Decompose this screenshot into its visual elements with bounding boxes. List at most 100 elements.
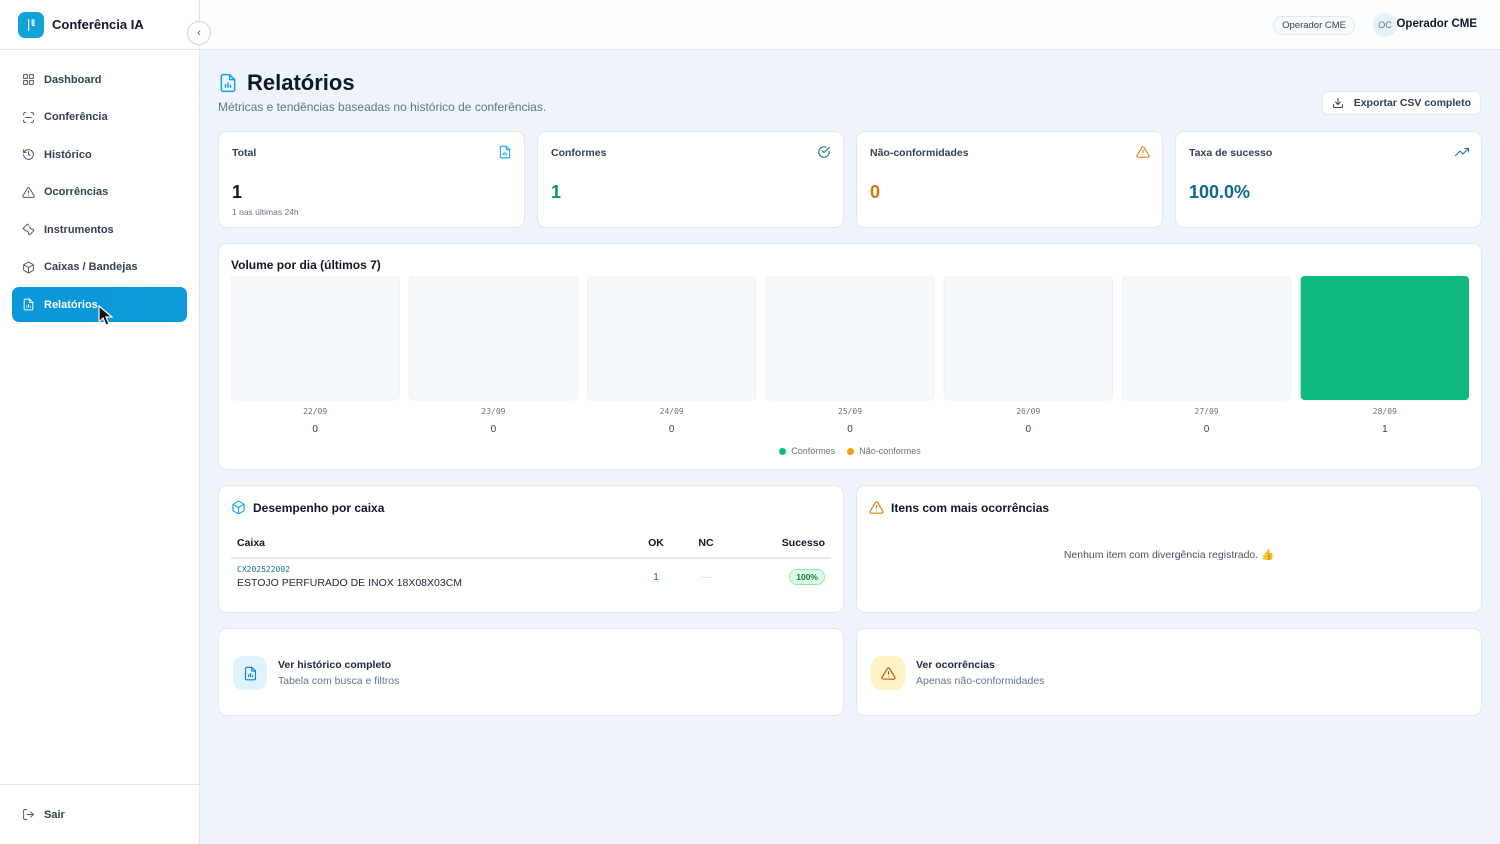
report-icon: [220, 73, 236, 93]
x-tick-label: 24/09: [660, 407, 684, 416]
link-card-historico[interactable]: Ver histórico completo Tabela com busca …: [218, 628, 844, 716]
stat-label: Conformes: [551, 147, 607, 159]
col-header-ok[interactable]: OK: [631, 534, 681, 559]
table-header-row: Caixa OK NC Sucesso: [231, 534, 831, 559]
check-circle-icon: [818, 146, 830, 158]
col-header-nc[interactable]: NC: [681, 534, 731, 559]
report-icon: [23, 298, 34, 311]
x-tick-label: 28/09: [1373, 407, 1397, 416]
stat-card-total: Total 1 1 nas últimas 24h: [218, 131, 525, 228]
stat-label: Taxa de sucesso: [1189, 147, 1273, 159]
occurrences-empty-message: Nenhum item com divergência registrado. …: [1063, 549, 1275, 561]
grid-icon: [23, 74, 34, 85]
export-csv-button[interactable]: Exportar CSV completo: [1321, 91, 1481, 115]
legend-label: Não-conformes: [859, 446, 921, 456]
bar-track: [231, 276, 400, 401]
nc-value: —: [701, 572, 711, 583]
link-card-ocorrencias[interactable]: Ver ocorrências Apenas não-conformidades: [856, 628, 1482, 716]
stat-card-conformes: Conformes 1: [537, 131, 844, 228]
link-subtitle: Apenas não-conformidades: [916, 675, 1045, 687]
performance-title: Desempenho por caixa: [231, 500, 384, 515]
performance-title-text: Desempenho por caixa: [253, 500, 385, 515]
warning-icon: [871, 656, 905, 690]
x-tick-label: 27/09: [1195, 407, 1219, 416]
sidebar-item-label: Conferência: [44, 111, 108, 123]
bar-total-label: 1: [1382, 424, 1388, 435]
cell-caixa: CX202522002 ESTOJO PERFURADO DE INOX 18X…: [231, 558, 631, 593]
bar-track: [408, 276, 579, 401]
performance-card: Desempenho por caixa Caixa OK NC Sucesso…: [218, 485, 844, 613]
stat-value: 0: [870, 182, 881, 202]
stat-value: 1: [551, 182, 562, 202]
sidebar-item-label: Dashboard: [44, 73, 102, 86]
bar-track: [943, 276, 1113, 401]
stat-card-taxa-sucesso: Taxa de sucesso 100.0%: [1175, 131, 1482, 228]
stat-card-nao-conformidades: Não-conformidades 0: [856, 131, 1163, 228]
sidebar-item-label: Ocorrências: [44, 186, 109, 198]
bar-total-label: 0: [312, 424, 318, 435]
sidebar-item-historico[interactable]: Histórico: [12, 137, 187, 172]
occurrences-card: Itens com mais ocorrências Nenhum item c…: [856, 485, 1482, 613]
bar-conformes[interactable]: [1300, 276, 1469, 400]
link-subtitle: Tabela com busca e filtros: [278, 675, 400, 687]
stat-note: 1 nas últimas 24h: [232, 207, 299, 217]
col-header-sucesso[interactable]: Sucesso: [731, 534, 831, 559]
user-name[interactable]: Operador CME: [1396, 18, 1477, 30]
legend-dot: [847, 447, 855, 455]
box-icon: [232, 500, 245, 515]
logout-button[interactable]: Sair: [0, 784, 199, 844]
sidebar-nav: Dashboard Conferência Histórico Ocorrênc…: [0, 50, 199, 322]
warning-icon: [869, 501, 884, 514]
wrench-icon: [22, 223, 35, 236]
chart-legend: Conformes Não-conformes: [219, 446, 1481, 456]
stat-label: Não-conformidades: [870, 147, 969, 159]
page-subtitle: Métricas e tendências baseadas no histór…: [218, 100, 547, 114]
col-header-caixa[interactable]: Caixa: [231, 534, 631, 559]
sidebar-item-instrumentos[interactable]: Instrumentos: [12, 212, 187, 247]
page-title: Relatórios: [247, 70, 355, 95]
trend-up-icon: [1455, 147, 1469, 157]
stat-label: Total: [232, 147, 257, 159]
sidebar-item-dashboard[interactable]: Dashboard: [12, 62, 187, 97]
sidebar-item-conferencia[interactable]: Conferência: [12, 100, 187, 135]
legend-item: Não-conformes: [847, 446, 921, 456]
warning-icon: [1136, 146, 1150, 158]
cell-ok: 1: [631, 558, 681, 593]
brand[interactable]: Conferência IA: [0, 0, 199, 50]
box-code: CX202522002: [237, 565, 290, 574]
success-badge: 100%: [789, 569, 825, 585]
bar-total-label: 0: [1026, 424, 1032, 435]
occurrences-title: Itens com mais ocorrências: [869, 500, 1049, 515]
box-icon: [23, 261, 34, 273]
sidebar: Conferência IA Dashboard Conferência His…: [0, 0, 200, 844]
mouse-cursor-icon: [98, 305, 114, 326]
box-name: ESTOJO PERFURADO DE INOX 18X08X03CM: [237, 577, 463, 589]
x-tick-label: 22/09: [303, 407, 327, 416]
chart-card: Volume por dia (últimos 7) 22/09 0 23/09 0 2…: [218, 243, 1482, 470]
performance-table: Caixa OK NC Sucesso CX202522002 ESTOJO P…: [231, 534, 831, 593]
logout-icon: [23, 809, 34, 820]
collapse-sidebar-button[interactable]: ‹: [187, 21, 211, 45]
sidebar-item-caixas[interactable]: Caixas / Bandejas: [12, 250, 187, 285]
legend-dot: [779, 447, 787, 455]
ok-value: 1: [653, 572, 659, 583]
bar-track: [587, 276, 757, 401]
sidebar-item-label: Histórico: [44, 148, 92, 161]
app-name: Conferência IA: [52, 17, 144, 32]
bar-track: [765, 276, 935, 401]
page-header: Relatórios: [218, 70, 355, 96]
sidebar-item-label: Instrumentos: [44, 223, 114, 236]
table-row[interactable]: CX202522002 ESTOJO PERFURADO DE INOX 18X…: [231, 558, 831, 593]
legend-label: Conformes: [791, 446, 836, 456]
cell-nc: —: [681, 558, 731, 593]
history-icon: [23, 149, 34, 160]
scan-icon: [23, 111, 34, 123]
link-title: Ver ocorrências: [916, 659, 995, 671]
stat-value: 100.0%: [1189, 182, 1251, 202]
bar-track: [1121, 276, 1292, 401]
avatar[interactable]: OC: [1373, 13, 1397, 37]
volume-bar-chart: 22/09 0 23/09 0 24/09 0 25/09 0 26/09 0 27/09 0 28/0…: [231, 276, 1469, 435]
sidebar-item-ocorrencias[interactable]: Ocorrências: [12, 175, 187, 210]
link-title: Ver histórico completo: [278, 659, 392, 671]
sidebar-item-label: Caixas / Bandejas: [44, 261, 138, 273]
